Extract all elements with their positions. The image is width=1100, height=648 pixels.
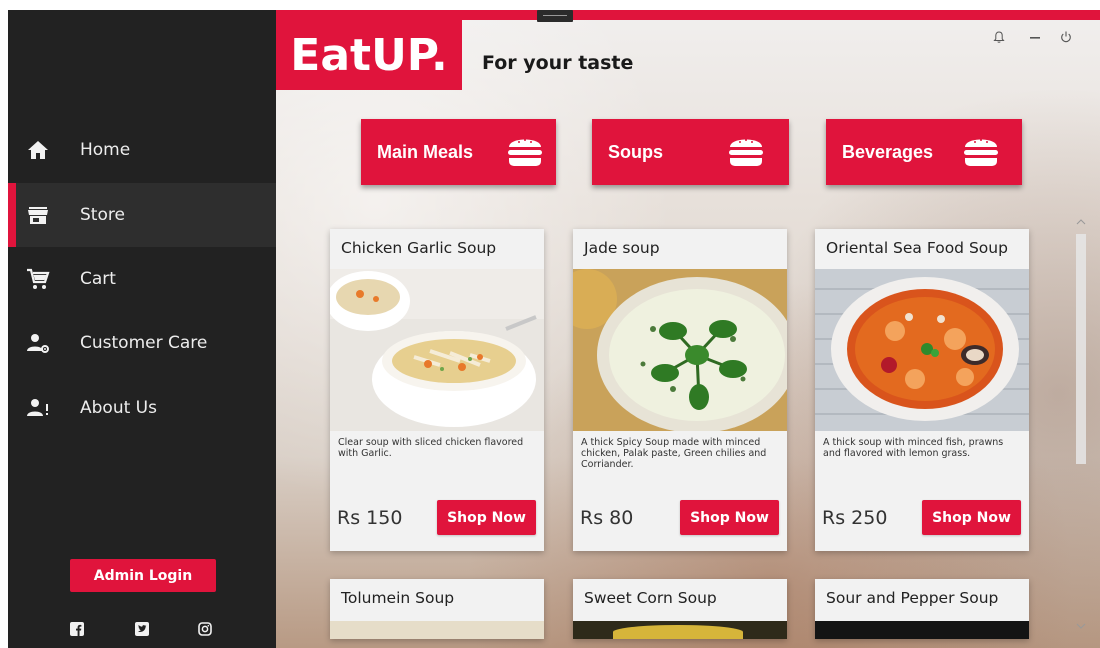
power-icon[interactable] bbox=[1059, 30, 1073, 44]
product-card: Sour and Pepper Soup bbox=[815, 579, 1029, 639]
instagram-icon[interactable] bbox=[198, 622, 212, 636]
product-image bbox=[330, 621, 544, 639]
product-title: Oriental Sea Food Soup bbox=[826, 239, 1008, 257]
cart-icon bbox=[27, 268, 50, 289]
product-card: Jade soup A thick Spicy Soup made with m… bbox=[573, 229, 787, 551]
burger-icon bbox=[508, 139, 542, 166]
product-card: Sweet Corn Soup bbox=[573, 579, 787, 639]
drag-handle[interactable] bbox=[537, 10, 573, 22]
store-icon bbox=[28, 207, 48, 224]
app-window: Home Store Cart Customer Care About Us A… bbox=[8, 10, 1100, 648]
burger-icon bbox=[729, 139, 763, 166]
category-label: Main Meals bbox=[377, 142, 474, 162]
product-title: Sour and Pepper Soup bbox=[826, 589, 999, 607]
sidebar-item-label: Customer Care bbox=[80, 333, 208, 353]
sidebar-item-label: Cart bbox=[80, 269, 116, 289]
product-description: A thick Spicy Soup made with minced chic… bbox=[581, 437, 767, 470]
bell-icon[interactable] bbox=[992, 30, 1006, 44]
sidebar-item-home[interactable]: Home bbox=[8, 118, 276, 182]
scroll-up-icon[interactable] bbox=[1076, 218, 1086, 226]
product-card: Oriental Sea Food Soup A thick soup with… bbox=[815, 229, 1029, 551]
product-description: A thick soup with minced fish, prawns an… bbox=[823, 437, 1004, 459]
scroll-thumb[interactable] bbox=[1076, 234, 1086, 464]
sidebar-item-label: About Us bbox=[80, 398, 157, 418]
home-icon bbox=[28, 141, 48, 159]
sidebar-item-cart[interactable]: Cart bbox=[8, 247, 276, 311]
burger-icon bbox=[964, 139, 998, 166]
category-soups-button[interactable]: Soups bbox=[592, 119, 789, 185]
product-card: Tolumein Soup bbox=[330, 579, 544, 639]
category-beverages-button[interactable]: Beverages bbox=[826, 119, 1022, 185]
shop-now-button[interactable]: Shop Now bbox=[680, 500, 779, 535]
product-image bbox=[573, 621, 787, 639]
main-content: EatUP. For your taste Main Meals Soups B… bbox=[276, 10, 1100, 648]
scroll-down-icon[interactable] bbox=[1076, 622, 1086, 630]
product-title: Tolumein Soup bbox=[341, 589, 455, 607]
shop-now-button[interactable]: Shop Now bbox=[922, 500, 1021, 535]
product-title: Chicken Garlic Soup bbox=[341, 239, 497, 257]
logo-text: EatUP. bbox=[290, 29, 448, 81]
twitter-icon[interactable] bbox=[135, 622, 149, 636]
top-accent-bar bbox=[276, 10, 1100, 20]
facebook-icon[interactable] bbox=[70, 622, 84, 636]
product-image bbox=[815, 621, 1029, 639]
category-main-meals-button[interactable]: Main Meals bbox=[361, 119, 556, 185]
product-price: Rs 250 bbox=[822, 507, 888, 529]
sidebar-item-customer-care[interactable]: Customer Care bbox=[8, 311, 276, 375]
about-us-icon bbox=[27, 399, 48, 416]
product-title: Jade soup bbox=[584, 239, 660, 257]
product-image bbox=[815, 269, 1029, 431]
sidebar-item-store[interactable]: Store bbox=[8, 183, 276, 247]
customer-care-icon bbox=[27, 334, 49, 353]
sidebar: Home Store Cart Customer Care About Us A… bbox=[8, 10, 276, 648]
vertical-scrollbar[interactable] bbox=[1072, 214, 1090, 644]
shop-now-button[interactable]: Shop Now bbox=[437, 500, 536, 535]
product-price: Rs 150 bbox=[337, 507, 403, 529]
logo: EatUP. bbox=[276, 20, 462, 90]
category-label: Soups bbox=[608, 142, 664, 162]
product-price: Rs 80 bbox=[580, 507, 634, 529]
product-card: Chicken Garlic Soup Clear soup with slic… bbox=[330, 229, 544, 551]
admin-login-button[interactable]: Admin Login bbox=[70, 559, 216, 592]
category-label: Beverages bbox=[842, 142, 934, 162]
product-title: Sweet Corn Soup bbox=[584, 589, 717, 607]
sidebar-item-label: Store bbox=[80, 205, 125, 225]
tagline: For your taste bbox=[482, 52, 634, 74]
product-description: Clear soup with sliced chicken flavored … bbox=[338, 437, 524, 459]
sidebar-item-about-us[interactable]: About Us bbox=[8, 376, 276, 440]
minimize-icon[interactable] bbox=[1028, 30, 1042, 44]
sidebar-item-label: Home bbox=[80, 140, 131, 160]
product-image bbox=[573, 269, 787, 431]
product-image bbox=[330, 269, 544, 431]
